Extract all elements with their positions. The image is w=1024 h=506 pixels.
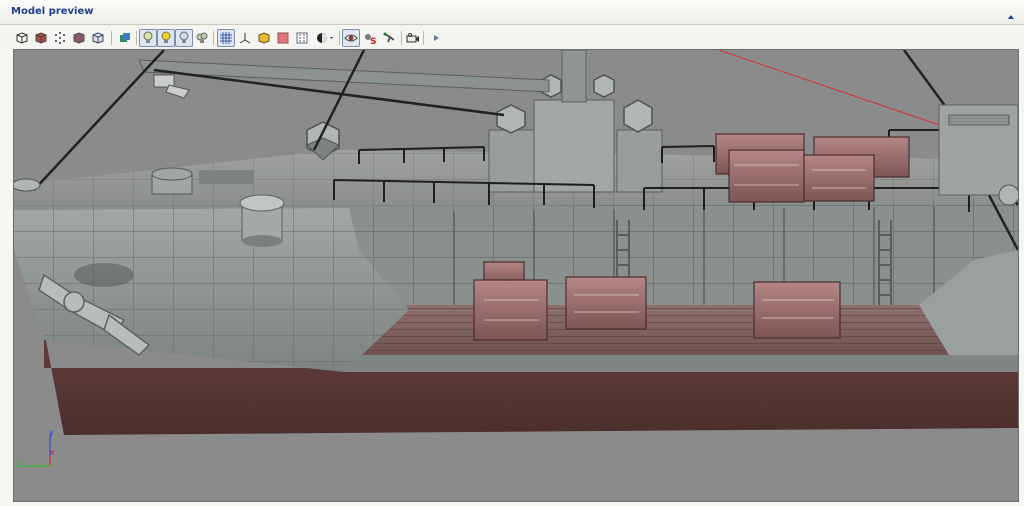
wire-cube-icon[interactable]	[89, 29, 107, 47]
light-1-icon[interactable]	[139, 29, 157, 47]
solid-cube-icon[interactable]	[70, 29, 88, 47]
panel-title: Model preview	[11, 6, 94, 17]
light-2-icon[interactable]	[157, 29, 175, 47]
toolbar-separator	[136, 31, 137, 45]
points-icon[interactable]	[51, 29, 69, 47]
view-side-icon[interactable]	[32, 29, 50, 47]
animation-icon[interactable]: S	[361, 29, 379, 47]
model-preview-panel: Model preview S y x z	[0, 0, 1024, 506]
shader-icon[interactable]	[116, 29, 134, 47]
grid-icon[interactable]	[217, 29, 235, 47]
play-icon[interactable]	[427, 29, 445, 47]
normals-icon[interactable]	[293, 29, 311, 47]
panel-header: Model preview	[0, 0, 1024, 25]
collapse-up-icon[interactable]	[1006, 7, 1016, 19]
ship-model-render	[14, 50, 1018, 435]
toolbar-separator	[423, 31, 424, 45]
axis-gizmo: y x z	[16, 428, 60, 474]
view-front-icon[interactable]	[13, 29, 31, 47]
svg-text:S: S	[370, 37, 376, 45]
eye-icon[interactable]	[342, 29, 360, 47]
toolbar-separator	[213, 31, 214, 45]
axis-label-y: y	[49, 428, 54, 437]
toolbar-separator	[401, 31, 402, 45]
skeleton-icon[interactable]	[380, 29, 398, 47]
axis-label-z: z	[16, 459, 21, 468]
toolbar: S	[0, 25, 1024, 49]
shading-dropdown-icon[interactable]	[313, 29, 337, 47]
camera-icon[interactable]	[404, 29, 422, 47]
axes-icon[interactable]	[236, 29, 254, 47]
bounding-box-icon[interactable]	[255, 29, 273, 47]
toolbar-separator	[339, 31, 340, 45]
3d-viewport[interactable]: y x z	[13, 49, 1019, 502]
texture-icon[interactable]	[274, 29, 292, 47]
light-4-icon[interactable]	[193, 29, 211, 47]
toolbar-separator	[111, 31, 112, 45]
light-3-icon[interactable]	[175, 29, 193, 47]
axis-label-x: x	[50, 448, 55, 457]
